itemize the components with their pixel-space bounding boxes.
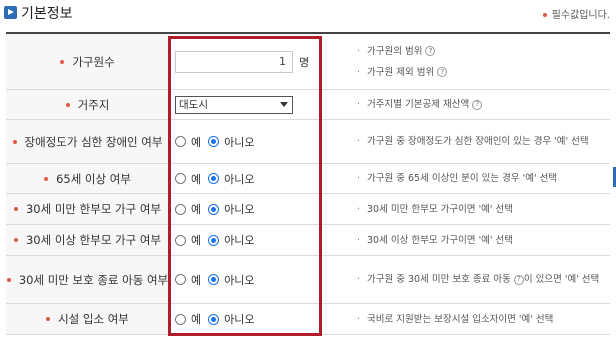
unit-label: 명 (299, 55, 310, 69)
radio-no[interactable] (208, 203, 220, 215)
row-residence: 거주지 대도시 거주지별 기본공제 재산액? (6, 90, 610, 120)
household-count-input[interactable] (175, 50, 293, 73)
desc-severe-disability: 가구원 중 장애정도가 심한 장애인이 있는 경우 '예' 선택 (357, 134, 610, 149)
help-icon[interactable]: ? (513, 274, 524, 285)
required-dot-icon (13, 207, 18, 211)
desc-household-members: 가구원의 범위? 가구원 제외 범위? (349, 34, 610, 89)
required-note: 필수값입니다. (542, 6, 610, 21)
radio-no[interactable] (208, 313, 220, 325)
row-household-members: 가구원수 명 가구원의 범위? 가구원 제외 범위? (6, 34, 610, 90)
row-facility-admission: 시설 입소 여부 예 아니오 국비로 지원받는 보장시설 입소자이면 '예' 선… (6, 304, 610, 335)
section-title: 기본정보 (21, 6, 73, 22)
input-cell: 명 (169, 34, 349, 89)
required-dot-icon (65, 102, 70, 107)
desc-single-parent-over-30: 30세 이상 한부모 가구이면 '예' 선택 (357, 233, 610, 248)
radio-yes[interactable] (175, 136, 186, 147)
required-dot-icon (60, 59, 65, 64)
radio-no[interactable] (208, 274, 220, 285)
desc-facility-admission: 국비로 지원받는 보장시설 입소자이면 '예' 선택 (357, 312, 610, 327)
radio-yes[interactable] (175, 274, 186, 285)
chevron-down-icon (280, 102, 288, 107)
radio-yes[interactable] (175, 203, 186, 215)
required-dot-icon (12, 139, 17, 144)
radio-yes[interactable] (175, 313, 186, 325)
residence-select[interactable]: 대도시 (175, 95, 293, 114)
row-age-65: 65세 이상 여부 예 아니오 가구원 중 65세 이상인 분이 있는 경우 '… (6, 164, 610, 194)
help-icon[interactable]: ? (472, 99, 483, 110)
radio-group-severe-disability: 예 아니오 (175, 134, 262, 150)
radio-yes[interactable] (175, 173, 186, 184)
radio-no[interactable] (208, 136, 220, 147)
required-dot-icon (13, 238, 18, 242)
help-icon[interactable]: ? (437, 67, 448, 77)
desc-single-parent-under-30: 30세 미만 한부모 가구이면 '예' 선택 (357, 202, 610, 217)
required-dot-icon (44, 176, 49, 181)
section-arrow-icon (4, 6, 17, 19)
row-severe-disability: 장애정도가 심한 장애인 여부 예 아니오 가구원 중 장애정도가 심한 장애인… (6, 120, 610, 164)
help-icon[interactable]: ? (425, 46, 436, 56)
label-household-members: 가구원수 (6, 34, 169, 89)
desc-protection-ended-child: 가구원 중 30세 미만 보호 종료 아동?이 있으면 '예' 선택 (357, 272, 610, 287)
basic-info-table: 가구원수 명 가구원의 범위? 가구원 제외 범위? 거주지 대도시 거주지별 … (6, 32, 610, 335)
required-dot-icon (542, 13, 547, 17)
required-dot-icon (46, 317, 51, 321)
label-severe-disability: 장애정도가 심한 장애인 여부 (6, 120, 169, 163)
required-dot-icon (6, 277, 11, 282)
label-residence: 거주지 (6, 90, 169, 119)
radio-no[interactable] (208, 234, 220, 246)
desc-residence: 거주지별 기본공제 재산액? (349, 90, 610, 119)
section-header: 기본정보 필수값입니다. (0, 0, 616, 28)
required-note-text: 필수값입니다. (551, 10, 610, 21)
radio-no[interactable] (208, 173, 220, 184)
row-single-parent-over-30: 30세 이상 한부모 가구 여부 예 아니오 30세 이상 한부모 가구이면 '… (6, 225, 610, 256)
desc-age-65: 가구원 중 65세 이상인 분이 있는 경우 '예' 선택 (357, 171, 610, 186)
row-single-parent-under-30: 30세 미만 한부모 가구 여부 예 아니오 30세 미만 한부모 가구이면 '… (6, 194, 610, 225)
radio-yes[interactable] (175, 234, 186, 246)
row-protection-ended-child: 30세 미만 보호 종료 아동 여부 예 아니오 가구원 중 30세 미만 보호… (6, 256, 610, 304)
